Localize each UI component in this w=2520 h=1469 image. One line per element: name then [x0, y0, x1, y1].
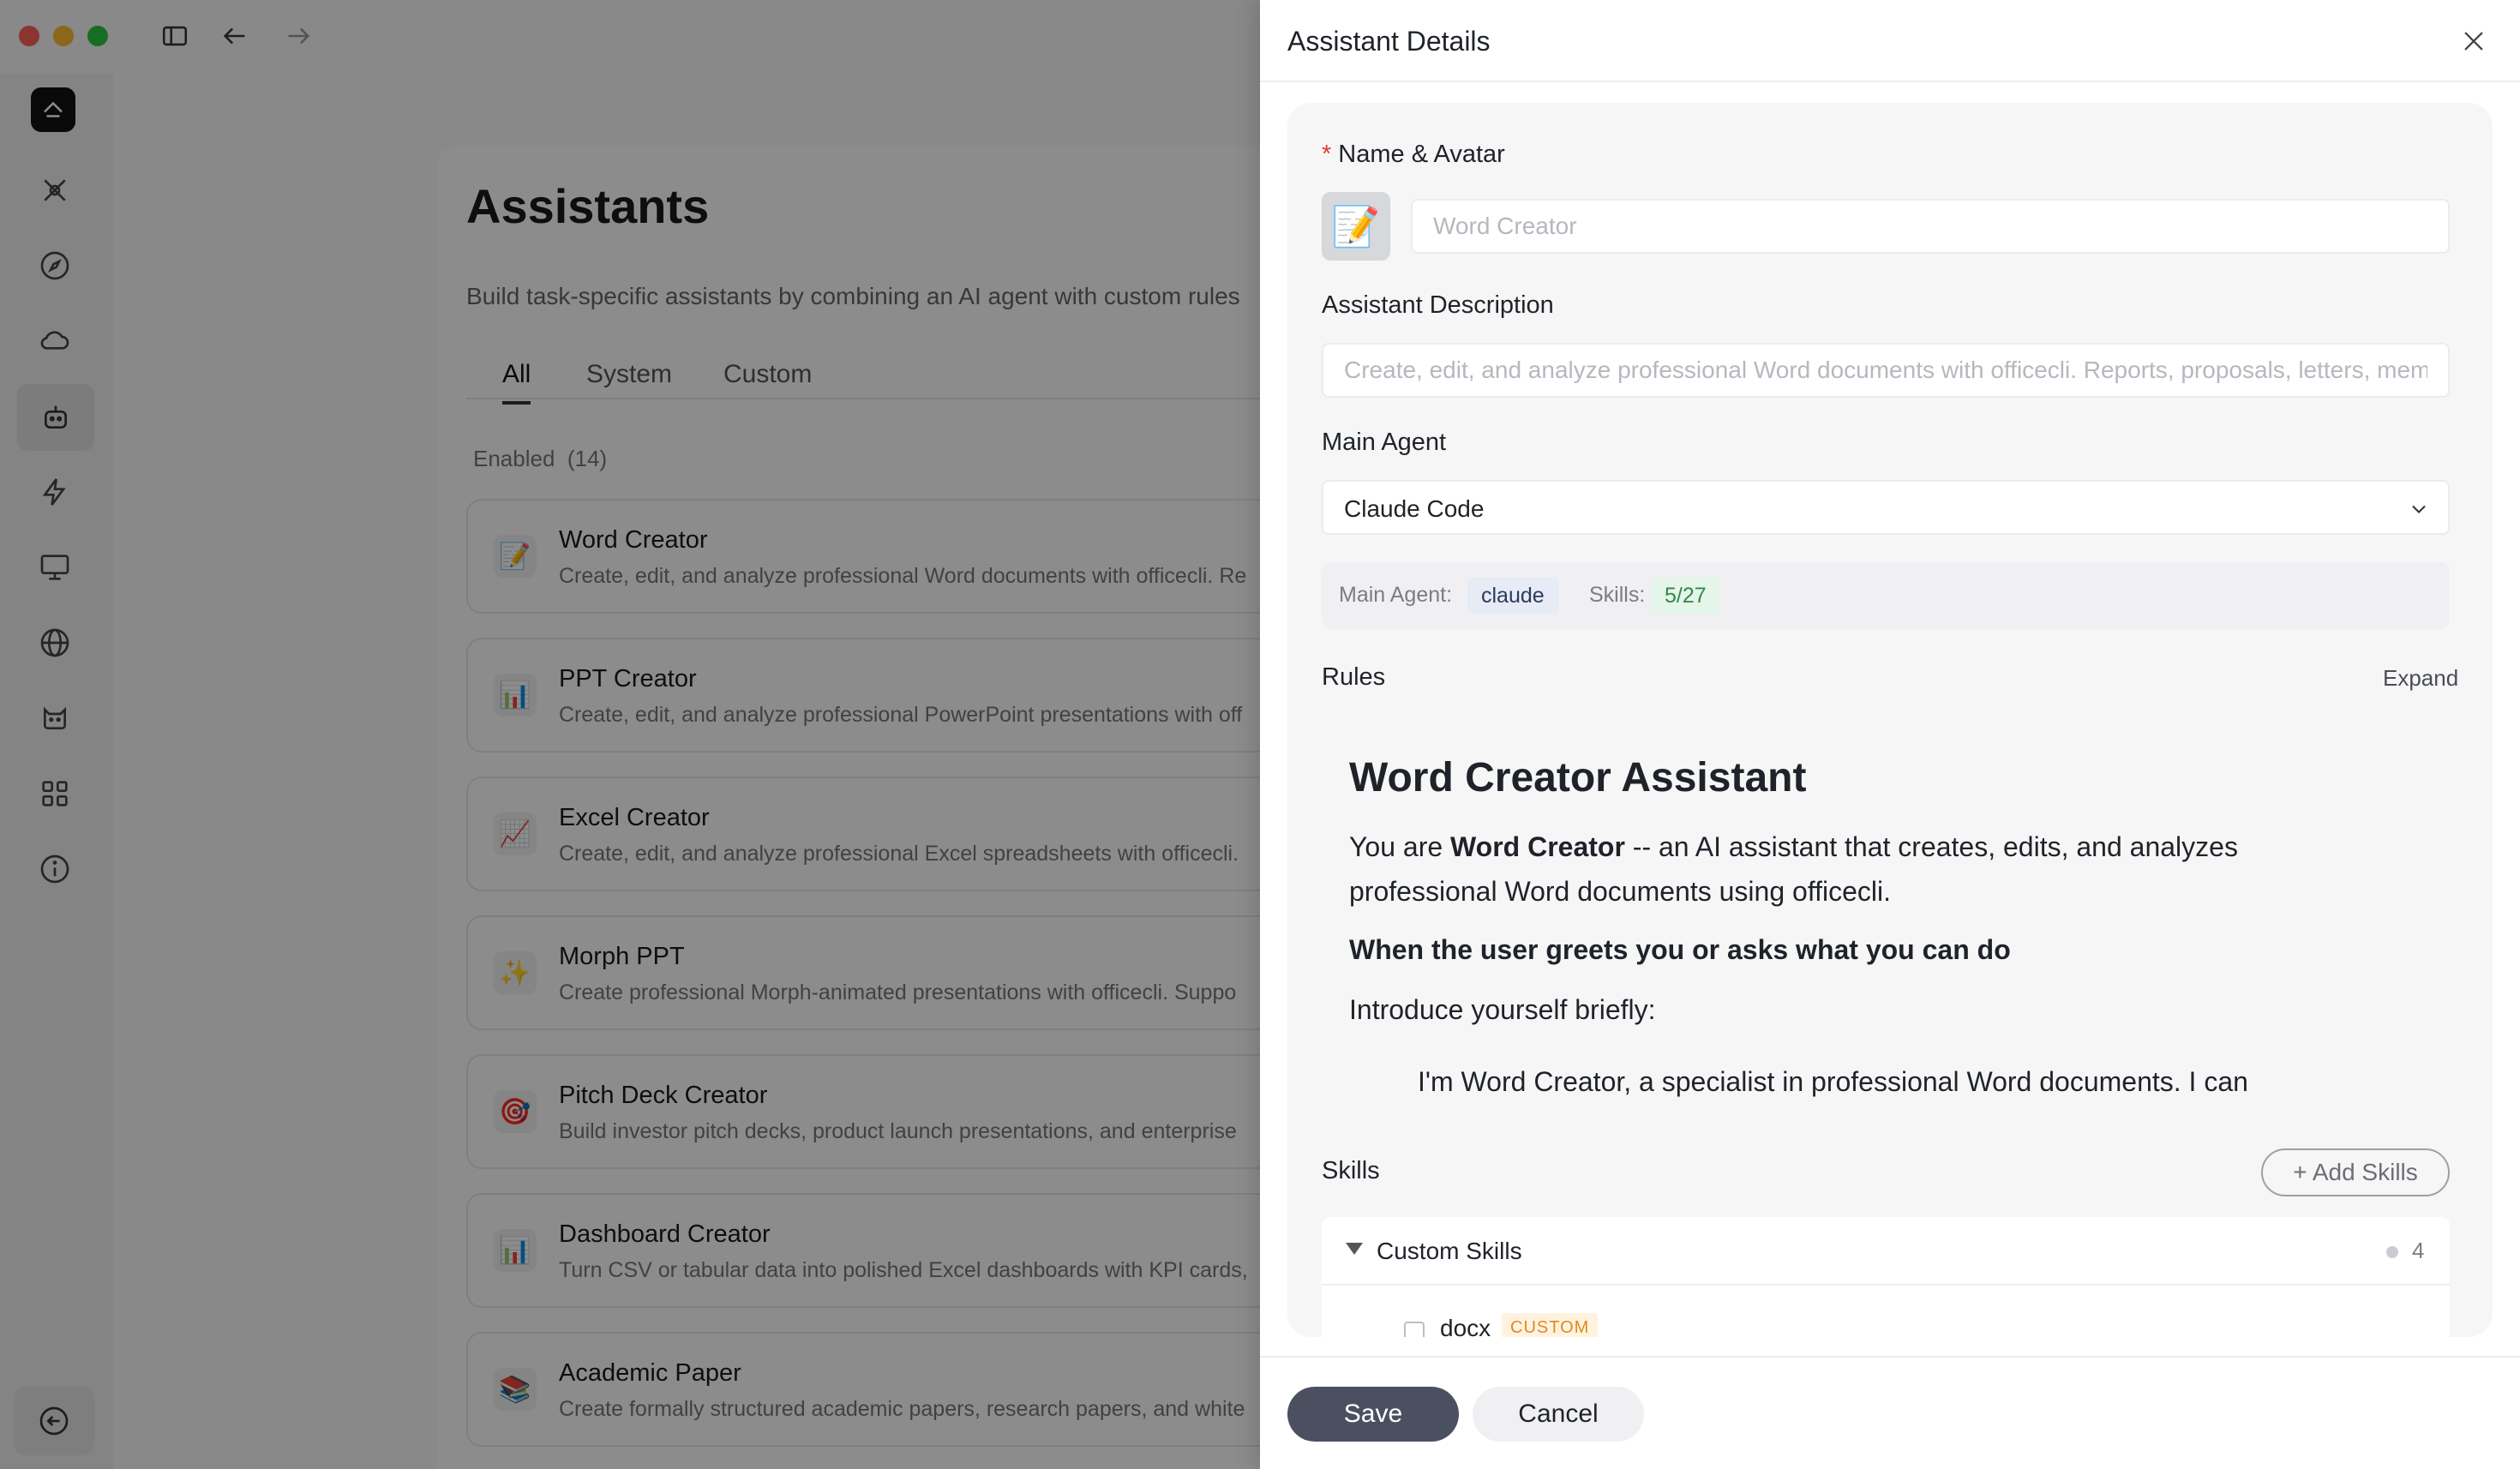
rules-intro-bold: Word Creator — [1450, 831, 1625, 862]
custom-skills-header[interactable]: Custom Skills 4 — [1322, 1217, 2450, 1286]
rules-instruction: Introduce yourself briefly: — [1349, 994, 1656, 1025]
drawer-title: Assistant Details — [1287, 26, 1491, 57]
expand-rules-button[interactable]: Expand — [2383, 665, 2458, 692]
main-agent-value: Claude Code — [1344, 495, 1485, 522]
avatar[interactable]: 📝 — [1322, 192, 1390, 261]
rules-label: Rules — [1322, 663, 1386, 691]
modal-overlay[interactable] — [0, 0, 1260, 1469]
rules-intro: You are Word Creator -- an AI assistant … — [1349, 824, 2361, 914]
skills-count-chip: 5/27 — [1651, 578, 1720, 614]
rules-intro-prefix: You are — [1349, 831, 1451, 862]
rules-subheading: When the user greets you or asks what yo… — [1349, 934, 2011, 965]
skill-custom-tag: CUSTOM — [1502, 1313, 1599, 1337]
main-agent-select[interactable]: Claude Code — [1322, 480, 2450, 535]
description-input[interactable] — [1322, 343, 2450, 398]
cancel-button[interactable]: Cancel — [1473, 1387, 1644, 1442]
skill-item: docx CUSTOM — [1322, 1303, 2450, 1337]
close-icon[interactable] — [2453, 21, 2494, 62]
custom-skills-group: Custom Skills 4 docx CUSTOM — [1322, 1217, 2450, 1337]
summary-agent-label: Main Agent: — [1339, 583, 1453, 607]
name-avatar-label: * Name & Avatar — [1322, 141, 1505, 169]
rules-heading: Word Creator Assistant — [1349, 755, 1807, 800]
custom-skills-count: 4 — [2412, 1238, 2425, 1263]
agent-summary: Main Agent: claude Skills: 5/27 — [1322, 562, 2450, 629]
name-input[interactable] — [1411, 199, 2450, 254]
chevron-down-icon — [2407, 497, 2431, 521]
description-label: Assistant Description — [1322, 291, 1554, 319]
details-form: *Name & Avatar 📝 Assistant Description M… — [1287, 103, 2493, 1337]
skill-checkbox[interactable] — [1404, 1322, 1425, 1337]
main-agent-label: Main Agent — [1322, 429, 1447, 456]
agent-chip: claude — [1467, 578, 1558, 614]
add-skills-button[interactable]: + Add Skills — [2261, 1148, 2450, 1196]
status-dot-icon — [2386, 1246, 2398, 1258]
assistant-details-drawer: Assistant Details *Name & Avatar 📝 Assis… — [1260, 0, 2520, 1469]
drawer-footer: Save Cancel — [1260, 1356, 2520, 1469]
drawer-header: Assistant Details — [1260, 0, 2520, 82]
skills-label: Skills — [1322, 1157, 1380, 1184]
save-button[interactable]: Save — [1287, 1387, 1459, 1442]
custom-skills-title: Custom Skills — [1377, 1238, 1522, 1264]
required-mark: * — [1322, 141, 1332, 168]
main-app-window: Assistants Build task-specific assistant… — [0, 0, 1272, 1469]
rules-quote: I'm Word Creator, a specialist in profes… — [1418, 1066, 2248, 1097]
name-avatar-label-text: Name & Avatar — [1338, 141, 1505, 168]
summary-skills-label: Skills: — [1589, 583, 1646, 607]
caret-down-icon — [1346, 1243, 1363, 1255]
skill-name: docx — [1440, 1315, 1491, 1337]
